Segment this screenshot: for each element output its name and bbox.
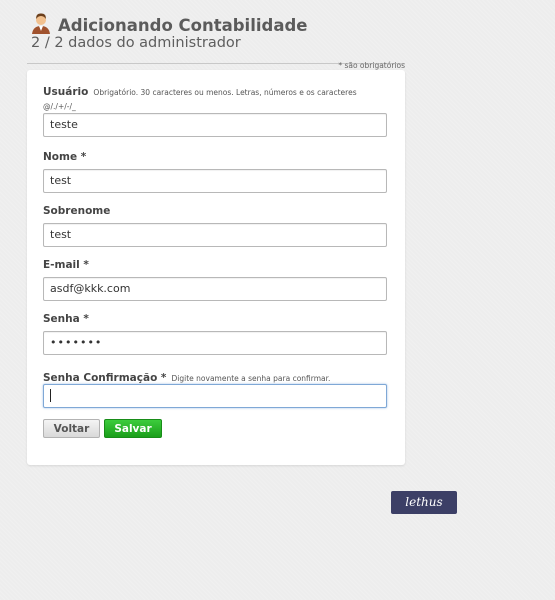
last-name-label: Sobrenome — [43, 205, 111, 217]
user-avatar-icon — [31, 12, 51, 34]
password-confirm-hint: Digite novamente a senha para confirmar. — [171, 374, 331, 383]
lethus-logo: lethus — [391, 491, 457, 514]
password-confirm-label-group: Senha Confirmação * Digite novamente a s… — [43, 366, 330, 385]
password-label: Senha * — [43, 313, 89, 325]
page-subtitle: 2 / 2 dados do administrador — [31, 35, 241, 51]
username-label: Usuário — [43, 86, 89, 98]
page-title: Adicionando Contabilidade — [58, 16, 308, 35]
required-fields-note: * são obrigatórios — [338, 61, 405, 70]
form-card: Usuário Obrigatório. 30 caracteres ou me… — [27, 70, 405, 465]
username-hint-chars: @/./+/-/_ — [43, 102, 76, 111]
username-input[interactable]: teste — [43, 113, 387, 137]
text-caret — [50, 389, 51, 402]
back-button[interactable]: Voltar — [43, 419, 100, 438]
username-label-group: Usuário Obrigatório. 30 caracteres ou me… — [43, 80, 357, 111]
save-button[interactable]: Salvar — [104, 419, 162, 438]
first-name-input[interactable]: test — [43, 169, 387, 193]
password-input[interactable]: ••••••• — [43, 331, 387, 355]
password-confirm-input[interactable] — [43, 384, 387, 408]
password-confirm-label: Senha Confirmação * — [43, 372, 167, 384]
email-input[interactable]: asdf@kkk.com — [43, 277, 387, 301]
username-hint: Obrigatório. 30 caracteres ou menos. Let… — [93, 88, 357, 97]
email-label: E-mail * — [43, 259, 89, 271]
last-name-input[interactable]: test — [43, 223, 387, 247]
first-name-label: Nome * — [43, 151, 87, 163]
